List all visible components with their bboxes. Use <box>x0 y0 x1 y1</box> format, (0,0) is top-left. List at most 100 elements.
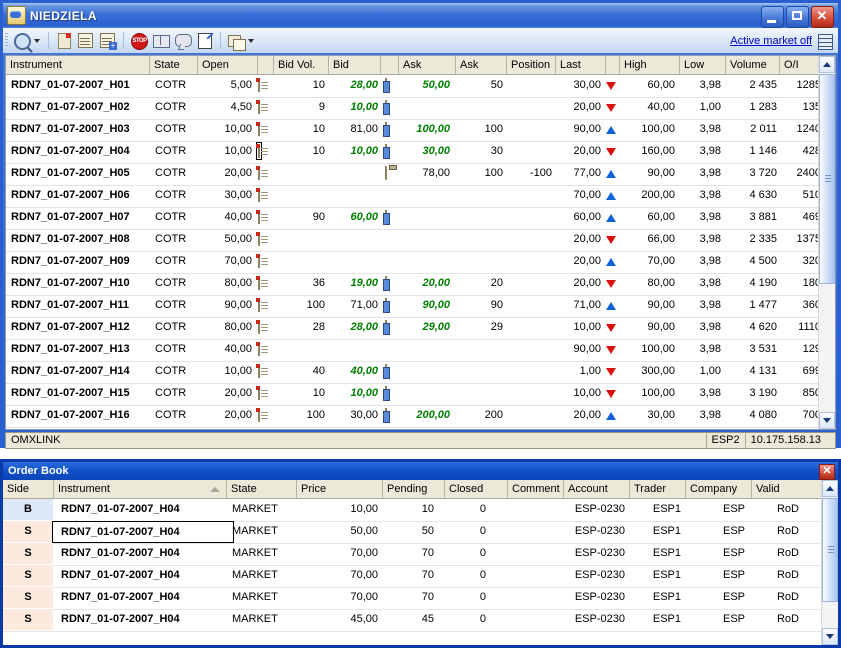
note-icon[interactable] <box>258 342 260 356</box>
ob-column-header-valid[interactable]: Valid <box>751 480 799 498</box>
ob-column-header-company[interactable]: Company <box>685 480 751 498</box>
note-icon[interactable] <box>258 122 260 136</box>
order-book-vertical-scrollbar[interactable] <box>821 480 838 645</box>
clipboard-icon[interactable] <box>385 166 387 180</box>
blue-note-icon[interactable] <box>385 144 387 158</box>
order-book-row[interactable]: S RDN7_01-07-2007_H04 MARKET 70,00 70 0 ESP-02… <box>3 587 822 610</box>
ob-column-header-pending[interactable]: Pending <box>382 480 444 498</box>
table-row[interactable]: RDN7_01-07-2007_H09 COTR 70,00 20,00 70,00 3,… <box>6 251 821 274</box>
note-icon[interactable] <box>258 408 260 422</box>
column-header-low[interactable]: Low <box>679 56 725 74</box>
table-row[interactable]: RDN7_01-07-2007_H04 COTR 10,00 10 10,00 30,00… <box>6 141 821 164</box>
table-row[interactable]: RDN7_01-07-2007_H05 COTR 20,00 78,00 100 -100… <box>6 163 821 186</box>
column-header-high[interactable]: High <box>619 56 679 74</box>
ob-column-header-account[interactable]: Account <box>563 480 629 498</box>
ob-column-header-instrument[interactable]: Instrument <box>53 480 226 498</box>
table-row[interactable]: RDN7_01-07-2007_H02 COTR 4,50 9 10,00 20,00 40… <box>6 97 821 120</box>
table-row[interactable]: RDN7_01-07-2007_H12 COTR 80,00 28 28,00 29,00… <box>6 317 821 340</box>
stop-icon[interactable]: STOP <box>129 31 149 51</box>
note-icon[interactable] <box>258 298 260 312</box>
column-header-ask_vol[interactable]: Ask <box>455 56 506 74</box>
table-row[interactable]: RDN7_01-07-2007_H06 COTR 30,00 70,00 200,00 3… <box>6 185 821 208</box>
order-book-row[interactable]: B RDN7_01-07-2007_H04 MARKET 10,00 10 0 ESP-02… <box>3 499 822 522</box>
scroll-down-button[interactable] <box>819 412 835 429</box>
order-book-title-bar[interactable]: Order Book ✕ <box>3 462 838 480</box>
blue-note-icon[interactable] <box>385 276 387 290</box>
note-icon[interactable] <box>258 188 260 202</box>
order-book-row[interactable]: S RDN7_01-07-2007_H04 MARKET 45,00 45 0 ESP-02… <box>3 609 822 632</box>
ob-column-header-trader[interactable]: Trader <box>629 480 685 498</box>
column-header-position[interactable]: Position <box>506 56 555 74</box>
toolbar-grip[interactable] <box>5 33 8 48</box>
close-icon[interactable]: ✕ <box>811 6 834 28</box>
blue-note-icon[interactable] <box>385 78 387 92</box>
minimize-button[interactable] <box>761 6 784 28</box>
note-icon[interactable] <box>258 364 260 378</box>
chevron-down-icon[interactable] <box>34 38 40 43</box>
note-icon[interactable] <box>258 78 260 92</box>
table-row[interactable]: RDN7_01-07-2007_H03 COTR 10,00 10 81,00 100,0… <box>6 119 821 142</box>
close-icon[interactable]: ✕ <box>819 464 835 480</box>
column-header-volume[interactable]: Volume <box>725 56 779 74</box>
column-header-last[interactable]: Last <box>555 56 605 74</box>
order-book-icon[interactable] <box>151 31 171 51</box>
table-row[interactable]: RDN7_01-07-2007_H11 COTR 90,00 100 71,00 90,0… <box>6 295 821 318</box>
column-header-bid_vol[interactable]: Bid Vol. <box>273 56 328 74</box>
ob-column-header-side[interactable]: Side <box>3 480 53 498</box>
table-row[interactable]: RDN7_01-07-2007_H10 COTR 80,00 36 19,00 20,00… <box>6 273 821 296</box>
edit-icon[interactable] <box>195 31 215 51</box>
column-header-bid[interactable]: Bid <box>328 56 380 74</box>
table-row[interactable]: RDN7_01-07-2007_H15 COTR 20,00 10 10,00 10,00… <box>6 383 821 406</box>
column-header-bid_icon[interactable] <box>380 56 398 74</box>
blue-note-icon[interactable] <box>385 364 387 378</box>
search-icon[interactable] <box>12 31 32 51</box>
note-icon-selected[interactable] <box>256 142 262 160</box>
blue-note-icon[interactable] <box>385 386 387 400</box>
maximize-button[interactable] <box>786 6 809 28</box>
column-header-oi[interactable]: O/I <box>779 56 821 74</box>
table-row[interactable]: RDN7_01-07-2007_H01 COTR 5,00 10 28,00 50,00 5… <box>6 75 821 98</box>
ob-column-header-state[interactable]: State <box>226 480 296 498</box>
blue-note-icon[interactable] <box>385 122 387 136</box>
title-bar[interactable]: NIEDZIELA ✕ <box>3 3 838 28</box>
ob-column-header-comment[interactable]: Comment <box>507 480 563 498</box>
note-icon[interactable] <box>258 254 260 268</box>
table-row[interactable]: RDN7_01-07-2007_H14 COTR 10,00 40 40,00 1,00 3… <box>6 361 821 384</box>
blue-note-icon[interactable] <box>385 298 387 312</box>
grid-view-icon[interactable] <box>816 33 833 50</box>
active-market-link[interactable]: Active market off <box>730 35 816 47</box>
column-header-instrument[interactable]: Instrument <box>6 56 149 74</box>
column-header-open_icon[interactable] <box>257 56 273 74</box>
table-row[interactable]: RDN7_01-07-2007_H07 COTR 40,00 90 60,00 60,00… <box>6 207 821 230</box>
table-row[interactable]: RDN7_01-07-2007_H08 COTR 50,00 20,00 66,00 3,… <box>6 229 821 252</box>
scroll-thumb[interactable] <box>822 498 838 602</box>
table-row[interactable]: RDN7_01-07-2007_H13 COTR 40,00 90,00 100,00 3… <box>6 339 821 362</box>
scroll-up-button[interactable] <box>819 56 835 73</box>
chevron-down-icon[interactable] <box>248 38 254 43</box>
ob-column-header-price[interactable]: Price <box>296 480 382 498</box>
note-icon[interactable] <box>258 210 260 224</box>
order-book-row[interactable]: S RDN7_01-07-2007_H04 MARKET 70,00 70 0 ESP-02… <box>3 565 822 588</box>
note-icon[interactable] <box>258 386 260 400</box>
add-order-icon[interactable]: + <box>98 31 118 51</box>
copy-sheets-icon[interactable] <box>226 31 246 51</box>
message-icon[interactable] <box>173 31 193 51</box>
blue-note-icon[interactable] <box>385 320 387 334</box>
order-book-row[interactable]: S RDN7_01-07-2007_H04 MARKET 50,00 50 0 ESP-02… <box>3 521 822 544</box>
new-order-icon[interactable] <box>54 31 74 51</box>
ob-column-header-closed[interactable]: Closed <box>444 480 507 498</box>
order-book-row[interactable]: S RDN7_01-07-2007_H04 MARKET 70,00 70 0 ESP-02… <box>3 543 822 566</box>
note-icon[interactable] <box>258 232 260 246</box>
scroll-thumb[interactable] <box>819 74 835 284</box>
scroll-down-button[interactable] <box>822 628 838 645</box>
note-icon[interactable] <box>258 320 260 334</box>
main-vertical-scrollbar[interactable] <box>818 56 835 429</box>
column-header-state[interactable]: State <box>149 56 197 74</box>
table-row[interactable]: RDN7_01-07-2007_H16 COTR 20,00 100 30,00 200,… <box>6 405 821 428</box>
note-icon[interactable] <box>258 166 260 180</box>
blue-note-icon[interactable] <box>385 408 387 422</box>
blue-note-icon[interactable] <box>385 100 387 114</box>
blue-note-icon[interactable] <box>385 210 387 224</box>
note-icon[interactable] <box>258 100 260 114</box>
column-header-trend[interactable] <box>605 56 619 74</box>
